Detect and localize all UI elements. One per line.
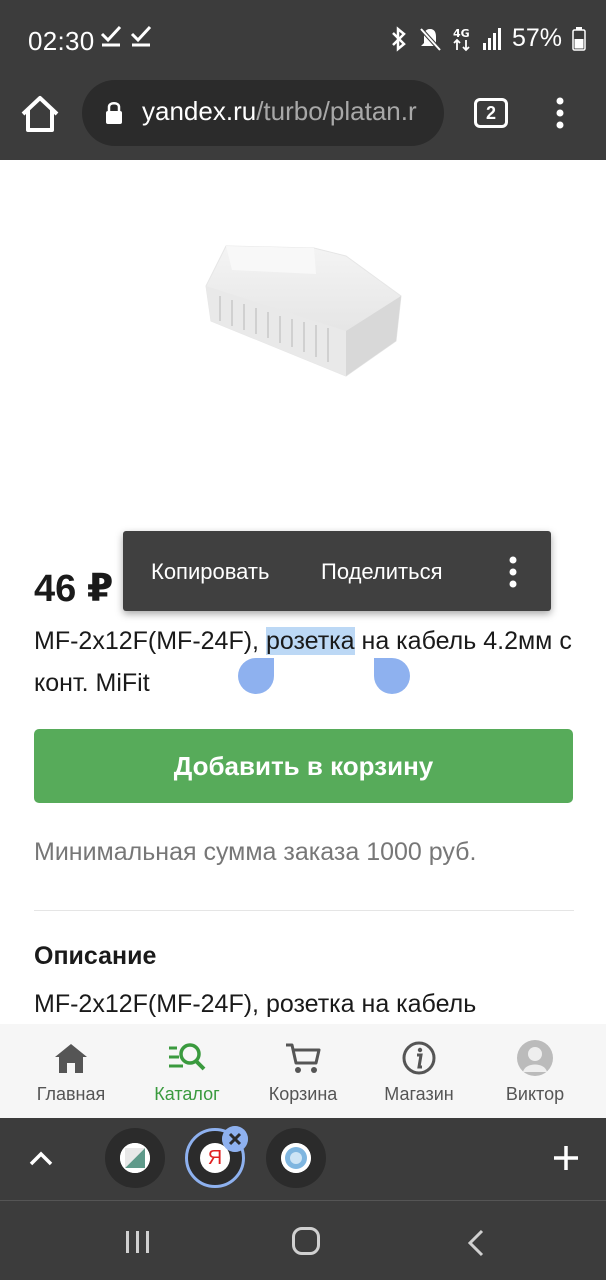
mute-icon <box>419 27 442 51</box>
signal-icon <box>482 27 501 50</box>
url-host: yandex.ru <box>142 96 257 126</box>
battery-percent: 57% <box>511 24 562 52</box>
nav-label: Виктор <box>505 1084 565 1104</box>
info-icon <box>402 1041 436 1075</box>
browser-toolbar: yandex.ru/turbo/platan.r 2 <box>0 70 606 160</box>
system-home-button[interactable] <box>292 1227 320 1255</box>
recent-apps-icon[interactable] <box>124 1229 152 1255</box>
selection-handle-start[interactable] <box>238 658 274 694</box>
min-order-note: Минимальная сумма заказа 1000 руб. <box>34 838 477 866</box>
product-image <box>205 245 402 377</box>
title-part: Fit <box>121 669 150 697</box>
nav-store[interactable]: Магазин <box>361 1024 477 1118</box>
description-heading: Описание <box>34 942 157 970</box>
bottom-navigation: Главная Каталог Корзина Магазин Виктор <box>0 1024 606 1118</box>
close-tab-icon[interactable] <box>222 1126 248 1152</box>
tab-bubble[interactable] <box>266 1128 326 1188</box>
bluetooth-icon <box>392 25 406 52</box>
check-icon <box>130 25 152 47</box>
divider <box>34 910 574 911</box>
catalog-search-icon <box>169 1043 206 1071</box>
4g-icon: 4G <box>453 27 470 51</box>
nav-profile[interactable]: Виктор <box>477 1024 593 1118</box>
description-text: MF-2x12F(MF-24F), розетка на кабель <box>34 990 477 1018</box>
new-tab-plus-icon[interactable] <box>552 1144 580 1172</box>
svg-text:4G: 4G <box>453 27 470 40</box>
product-title: MF-2x12F(MF-24F), розетка на кабель 4.2м… <box>34 620 574 704</box>
url-text: yandex.ru/turbo/platan.r <box>142 96 417 127</box>
nav-label: Главная <box>36 1084 106 1104</box>
copy-menu-item[interactable]: Копировать <box>151 559 269 585</box>
chevron-up-icon[interactable] <box>26 1144 56 1174</box>
share-menu-item[interactable]: Поделиться <box>321 559 442 585</box>
site-favicon <box>120 1143 150 1173</box>
status-time: 02:30 <box>28 26 95 56</box>
text-selection-menu: Копировать Поделиться <box>123 531 551 611</box>
title-part: MF-2x12F(MF-24F), <box>34 627 266 655</box>
battery-icon <box>572 26 586 51</box>
selection-handle-end[interactable] <box>374 658 410 694</box>
cart-icon <box>286 1043 321 1073</box>
product-price: 46 ₽ <box>34 568 114 610</box>
nav-label: Корзина <box>268 1084 338 1104</box>
add-to-cart-button[interactable]: Добавить в корзину <box>34 729 573 803</box>
address-bar[interactable]: yandex.ru/turbo/platan.r <box>82 80 444 146</box>
check-icon <box>100 25 122 47</box>
home-icon <box>55 1044 87 1073</box>
more-options-icon[interactable] <box>503 555 523 589</box>
url-path: /turbo/platan.r <box>256 96 417 126</box>
nav-cart[interactable]: Корзина <box>245 1024 361 1118</box>
kebab-menu-icon[interactable] <box>548 96 572 130</box>
tab-count-button[interactable]: 2 <box>474 98 508 128</box>
nav-catalog[interactable]: Каталог <box>129 1024 245 1118</box>
back-icon[interactable] <box>466 1229 486 1257</box>
tab-bubble[interactable] <box>105 1128 165 1188</box>
system-navigation-bar <box>0 1200 606 1280</box>
home-icon[interactable] <box>18 92 62 136</box>
status-right: 4G 57% <box>390 24 586 53</box>
notification-icons <box>100 24 152 48</box>
lock-icon <box>106 102 122 124</box>
nav-label: Магазин <box>384 1084 454 1104</box>
tab-switcher-bar: Я <box>0 1118 606 1200</box>
nav-home[interactable]: Главная <box>13 1024 129 1118</box>
nav-label: Каталог <box>154 1084 220 1104</box>
site-favicon <box>281 1143 311 1173</box>
selected-text[interactable]: розетка <box>265 627 355 655</box>
avatar-icon <box>517 1040 553 1076</box>
status-bar: 02:30 4G 57% <box>0 0 606 80</box>
